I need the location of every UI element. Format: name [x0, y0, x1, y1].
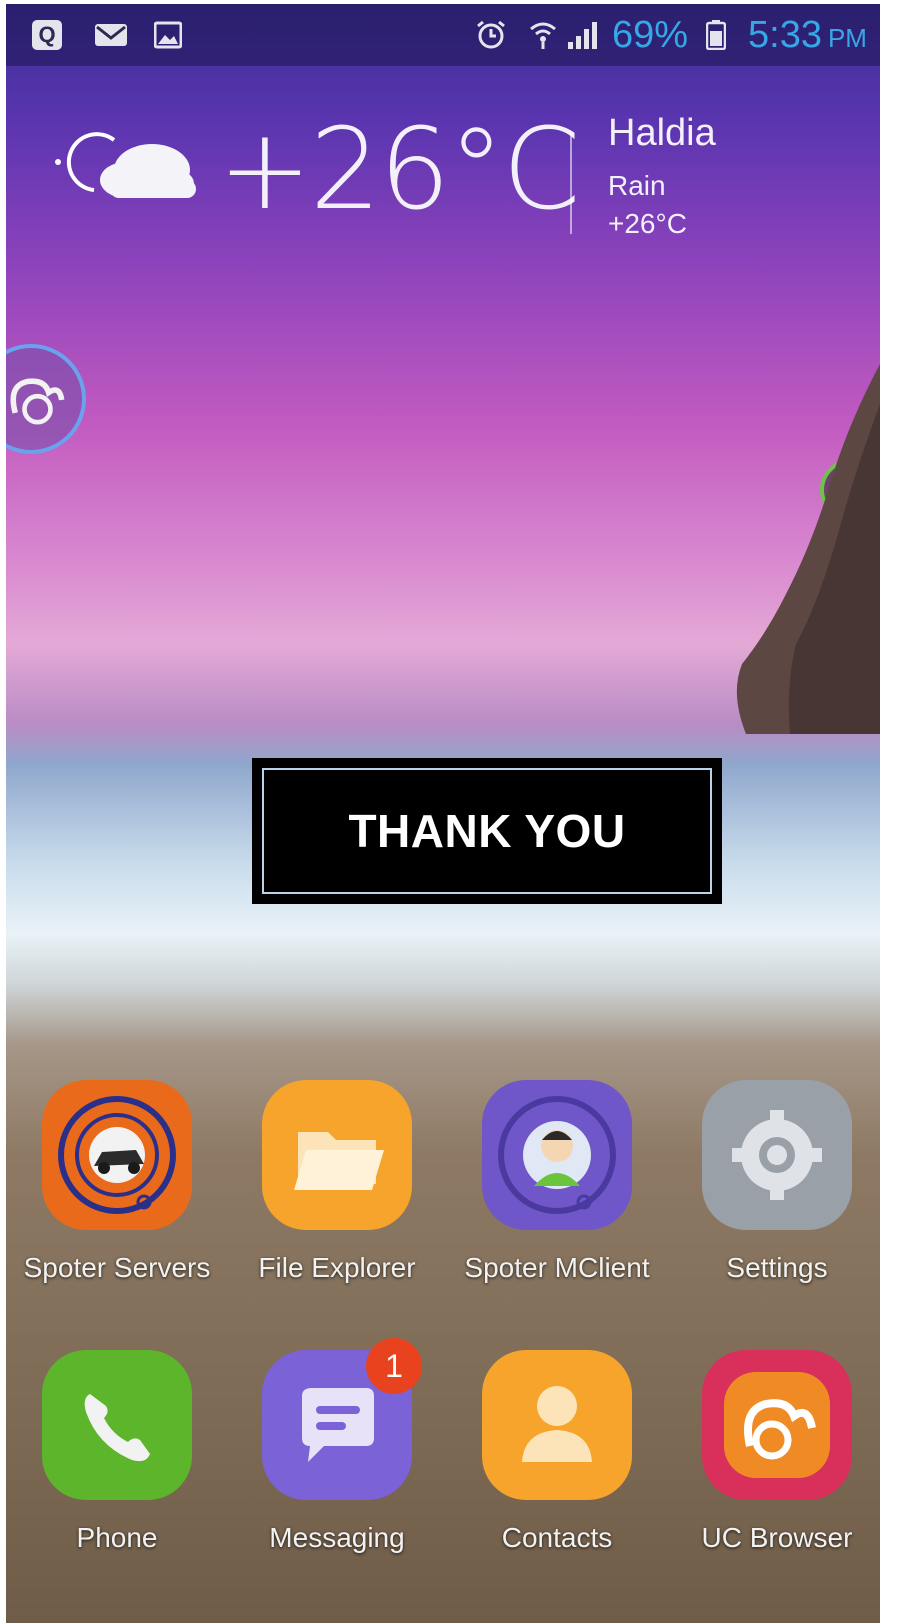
status-bar: Q 69% 5:33 PM — [6, 4, 880, 66]
app-uc-browser[interactable]: UC Browser — [672, 1350, 880, 1554]
cliff-wallpaper — [736, 364, 880, 734]
weather-temperature: +26°C — [218, 105, 581, 235]
app-label: Contacts — [501, 1522, 613, 1553]
message-icon: 1 — [262, 1338, 422, 1500]
battery-icon — [706, 20, 726, 50]
app-label: UC Browser — [701, 1522, 853, 1553]
thank-you-frame: THANK YOU — [262, 768, 712, 894]
app-spoter-mclient[interactable]: Spoter MClient — [452, 1080, 662, 1284]
app-spoter-servers[interactable]: Spoter Servers — [12, 1080, 222, 1284]
app-label: File Explorer — [258, 1252, 416, 1283]
phone-icon — [42, 1350, 192, 1500]
weather-temperature-small: +26°C — [608, 208, 687, 239]
floating-uc-bubble[interactable] — [6, 344, 86, 454]
clock: 5:33 PM — [748, 14, 867, 57]
app-contacts[interactable]: Contacts — [452, 1350, 662, 1554]
thank-you-banner: THANK YOU — [252, 758, 722, 904]
app-label: Messaging — [269, 1522, 405, 1553]
weather-divider — [570, 134, 572, 234]
folder-icon — [262, 1080, 412, 1230]
uc-squirrel-icon — [702, 1350, 852, 1500]
weather-city: Haldia — [608, 112, 716, 154]
home-screen: Q 69% 5:33 PM +26°C Haldia Rain +26°C TH… — [6, 4, 880, 1623]
clock-ampm: PM — [827, 23, 867, 53]
app-phone[interactable]: Phone — [12, 1350, 222, 1554]
wifi-icon — [530, 22, 556, 49]
app-label: Settings — [726, 1252, 828, 1283]
weather-condition: Rain — [608, 170, 666, 201]
unread-badge: 1 — [366, 1338, 422, 1394]
app-label: Spoter MClient — [464, 1252, 650, 1283]
contact-icon — [482, 1350, 632, 1500]
app-label: Spoter Servers — [23, 1252, 211, 1283]
app-settings[interactable]: Settings — [672, 1080, 880, 1284]
image-icon — [154, 21, 182, 49]
app-label: Phone — [76, 1522, 158, 1553]
thank-you-text: THANK YOU — [348, 805, 626, 857]
app-messaging[interactable]: 1 Messaging — [232, 1338, 442, 1554]
app-file-explorer[interactable]: File Explorer — [232, 1080, 442, 1284]
mail-icon — [95, 24, 127, 46]
cloud-icon — [55, 132, 196, 198]
battery-percentage: 69% — [612, 14, 689, 56]
person-radar-icon — [482, 1080, 632, 1230]
uc-squirrel-icon — [10, 378, 65, 425]
car-radar-icon — [42, 1080, 192, 1230]
gear-icon — [702, 1080, 852, 1230]
q-app-icon: Q — [32, 20, 62, 50]
clock-time: 5:33 — [748, 14, 822, 56]
alarm-icon — [477, 20, 505, 49]
signal-icon — [568, 22, 597, 49]
